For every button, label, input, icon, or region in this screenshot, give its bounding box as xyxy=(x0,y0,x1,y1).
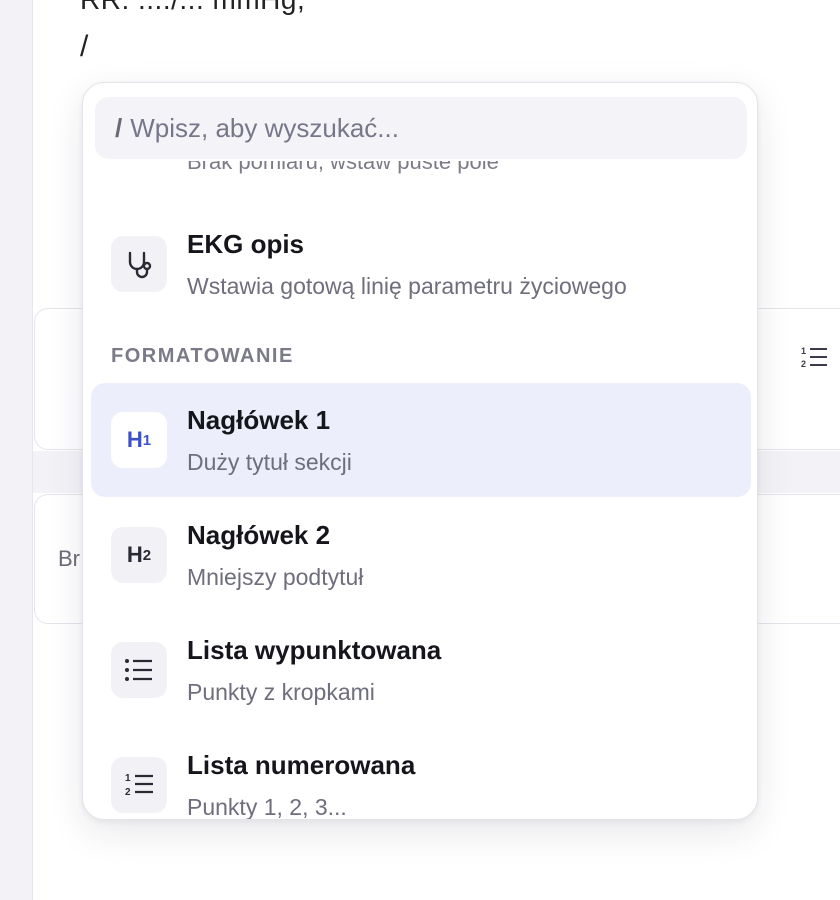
menu-item-subtitle: Mniejszy podtytuł xyxy=(187,564,364,590)
search-placeholder: Wpisz, aby wyszukać... xyxy=(130,112,399,143)
menu-item-title: EKG opis xyxy=(187,229,305,259)
heading-2-icon: H2 xyxy=(111,527,167,583)
menu-item-heading-1[interactable]: H1 Nagłówek 1 Duży tytuł sekcji xyxy=(91,383,751,497)
clipped-item-subtitle: Brak pomiaru, wstaw puste pole xyxy=(187,161,499,174)
heading-1-icon: H1 xyxy=(111,412,167,468)
svg-text:1: 1 xyxy=(801,346,806,356)
menu-item-subtitle: Wstawia gotową linię parametru życiowego xyxy=(187,273,627,299)
editor-line-clipped: RR: ..../... mmHg, xyxy=(80,0,305,16)
search-input[interactable]: / Wpisz, aby wyszukać... xyxy=(95,97,747,159)
menu-item-subtitle: Punkty z kropkami xyxy=(187,679,375,705)
slash-command-menu: / Wpisz, aby wyszukać... Brak pomiaru, w… xyxy=(82,82,758,820)
menu-item-title: Lista numerowana xyxy=(187,750,416,780)
numbered-list-icon[interactable]: 1 2 xyxy=(800,345,828,371)
svg-text:1: 1 xyxy=(125,773,131,784)
menu-item-heading-2[interactable]: H2 Nagłówek 2 Mniejszy podtytuł xyxy=(91,498,751,612)
svg-text:2: 2 xyxy=(125,787,131,798)
background-snippet-text: Br xyxy=(58,546,80,571)
stethoscope-icon xyxy=(111,236,167,292)
numbered-list-icon: 1 2 xyxy=(111,757,167,813)
command-list[interactable]: Brak pomiaru, wstaw puste pole EKG opis … xyxy=(83,161,757,820)
search-slash: / xyxy=(115,112,123,143)
menu-item-title: Nagłówek 1 xyxy=(187,405,331,435)
menu-item-title: Nagłówek 2 xyxy=(187,520,331,550)
menu-item-title: Lista wypunktowana xyxy=(187,635,442,665)
section-label-formatting: FORMATOWANIE xyxy=(111,345,294,367)
menu-item-subtitle: Punkty 1, 2, 3... xyxy=(187,794,347,820)
bullet-list-icon xyxy=(111,642,167,698)
editor-slash-command[interactable]: / xyxy=(80,30,88,64)
menu-item-bullet-list[interactable]: Lista wypunktowana Punkty z kropkami xyxy=(91,613,751,727)
menu-item-ekg-opis[interactable]: EKG opis Wstawia gotową linię parametru … xyxy=(91,207,751,321)
menu-item-subtitle: Duży tytuł sekcji xyxy=(187,449,352,475)
svg-text:2: 2 xyxy=(801,359,806,369)
menu-item-numbered-list[interactable]: 1 2 Lista numerowana Punkty 1, 2, 3... xyxy=(91,728,751,820)
